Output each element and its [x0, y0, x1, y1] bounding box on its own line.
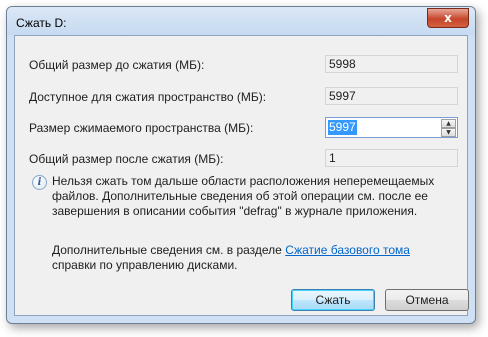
help-link[interactable]: Сжатие базового тома: [285, 243, 410, 257]
shrink-amount-input[interactable]: 5997 ▲ ▼: [325, 117, 458, 138]
total-size-value: 5998: [325, 55, 458, 73]
shrink-dialog: Сжать D: x Общий размер до сжатия (МБ): …: [6, 6, 476, 324]
info-message: Нельзя сжать том дальше области располож…: [52, 174, 435, 218]
cancel-button[interactable]: Отмена: [385, 289, 469, 311]
shrink-amount-spinner[interactable]: ▲ ▼: [441, 119, 456, 137]
shrink-amount-label: Размер сжимаемого пространства (МБ):: [29, 121, 254, 135]
close-icon: x: [444, 11, 452, 25]
title-bar[interactable]: Сжать D: x: [7, 7, 475, 35]
spin-down-button[interactable]: ▼: [441, 128, 456, 137]
help-suffix: справки по управлению дисками.: [52, 258, 238, 272]
dialog-body: Общий размер до сжатия (МБ): 5998 Доступ…: [14, 35, 469, 316]
available-size-label: Доступное для сжатия пространство (МБ):: [29, 90, 267, 104]
info-icon: i: [32, 175, 47, 190]
shrink-amount-value: 5997: [328, 120, 357, 135]
total-size-label: Общий размер до сжатия (МБ):: [29, 58, 205, 72]
chevron-down-icon: ▼: [446, 129, 451, 136]
after-size-value: 1: [325, 149, 458, 167]
available-size-value: 5997: [325, 87, 458, 105]
close-button[interactable]: x: [427, 8, 469, 28]
shrink-button[interactable]: Сжать: [291, 289, 375, 311]
help-prefix: Дополнительные сведения см. в разделе: [52, 243, 286, 257]
after-size-label: Общий размер после сжатия (МБ):: [29, 152, 224, 166]
chevron-up-icon: ▲: [446, 120, 451, 127]
help-message: Дополнительные сведения см. в разделе Сж…: [52, 243, 452, 273]
dialog-title: Сжать D:: [16, 16, 67, 30]
spin-up-button[interactable]: ▲: [441, 119, 456, 128]
